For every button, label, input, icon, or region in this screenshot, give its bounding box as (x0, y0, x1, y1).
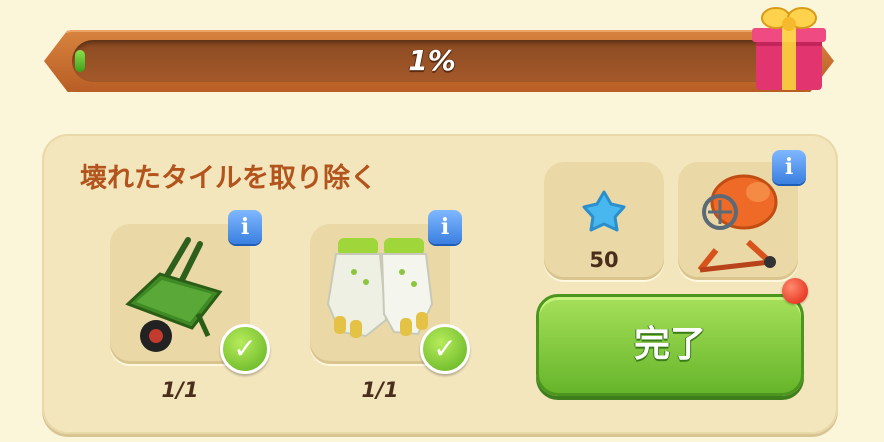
complete-button-label[interactable]: 完了 (536, 294, 804, 396)
check-badge-wheelbarrow: ✓ (220, 324, 270, 374)
item-count-gloves: 1/1 (361, 378, 399, 402)
info-button-gloves[interactable]: i (428, 210, 462, 244)
info-button-cement-mixer[interactable]: i (772, 150, 806, 184)
gift-box-icon[interactable] (746, 0, 830, 96)
task-title: 壊れたタイルを取り除く (80, 163, 377, 194)
progress-percent-label: 1% (408, 44, 456, 77)
notification-dot (782, 278, 808, 304)
blue-star-icon (582, 190, 626, 232)
info-button-wheelbarrow[interactable]: i (228, 210, 262, 244)
star-reward-value: 50 (589, 248, 619, 272)
item-count-wheelbarrow: 1/1 (161, 378, 199, 402)
check-badge-gloves: ✓ (420, 324, 470, 374)
